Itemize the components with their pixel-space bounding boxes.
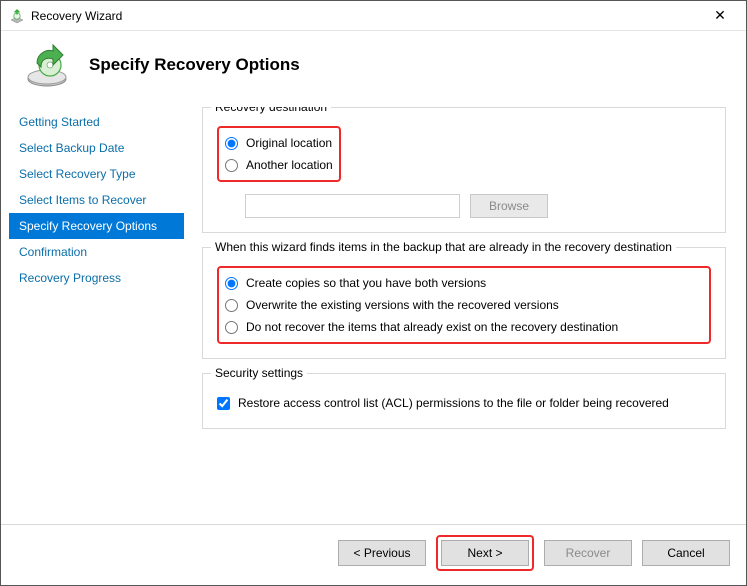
path-row: Browse bbox=[217, 194, 711, 218]
destination-highlight: Original location Another location bbox=[217, 126, 341, 182]
label-create-copies[interactable]: Create copies so that you have both vers… bbox=[246, 276, 486, 290]
wizard-header: Specify Recovery Options bbox=[1, 31, 746, 107]
checkbox-restore-acl[interactable] bbox=[217, 397, 230, 410]
radio-row-skip: Do not recover the items that already ex… bbox=[225, 316, 703, 338]
conflict-legend: When this wizard finds items in the back… bbox=[211, 240, 676, 254]
path-input bbox=[245, 194, 460, 218]
sidebar: Getting Started Select Backup Date Selec… bbox=[9, 107, 184, 524]
wizard-body: Getting Started Select Backup Date Selec… bbox=[1, 107, 746, 524]
radio-skip[interactable] bbox=[225, 321, 238, 334]
wizard-window: Recovery Wizard ✕ Specify Recovery Optio… bbox=[0, 0, 747, 586]
label-original-location[interactable]: Original location bbox=[246, 136, 332, 150]
window-title: Recovery Wizard bbox=[31, 9, 700, 23]
check-row-acl: Restore access control list (ACL) permis… bbox=[217, 392, 711, 414]
sidebar-item-confirmation[interactable]: Confirmation bbox=[9, 239, 184, 265]
content-pane: Recovery destination Original location A… bbox=[184, 107, 738, 524]
browse-button: Browse bbox=[470, 194, 548, 218]
radio-create-copies[interactable] bbox=[225, 277, 238, 290]
radio-original-location[interactable] bbox=[225, 137, 238, 150]
radio-row-copies: Create copies so that you have both vers… bbox=[225, 272, 703, 294]
radio-overwrite[interactable] bbox=[225, 299, 238, 312]
close-button[interactable]: ✕ bbox=[700, 2, 740, 30]
cancel-button[interactable]: Cancel bbox=[642, 540, 730, 566]
page-title: Specify Recovery Options bbox=[89, 55, 300, 75]
recover-button: Recover bbox=[544, 540, 632, 566]
sidebar-item-select-recovery-type[interactable]: Select Recovery Type bbox=[9, 161, 184, 187]
destination-group: Recovery destination Original location A… bbox=[202, 107, 726, 233]
destination-legend: Recovery destination bbox=[211, 107, 331, 114]
wizard-footer: < Previous Next > Recover Cancel bbox=[1, 524, 746, 585]
previous-button[interactable]: < Previous bbox=[338, 540, 426, 566]
sidebar-item-getting-started[interactable]: Getting Started bbox=[9, 109, 184, 135]
radio-another-location[interactable] bbox=[225, 159, 238, 172]
sidebar-item-select-backup-date[interactable]: Select Backup Date bbox=[9, 135, 184, 161]
next-button[interactable]: Next > bbox=[441, 540, 529, 566]
radio-row-original: Original location bbox=[225, 132, 333, 154]
conflict-highlight: Create copies so that you have both vers… bbox=[217, 266, 711, 344]
label-skip[interactable]: Do not recover the items that already ex… bbox=[246, 320, 618, 334]
security-legend: Security settings bbox=[211, 366, 307, 380]
next-highlight: Next > bbox=[436, 535, 534, 571]
radio-row-overwrite: Overwrite the existing versions with the… bbox=[225, 294, 703, 316]
radio-row-another: Another location bbox=[225, 154, 333, 176]
conflict-group: When this wizard finds items in the back… bbox=[202, 247, 726, 359]
label-another-location[interactable]: Another location bbox=[246, 158, 333, 172]
label-restore-acl[interactable]: Restore access control list (ACL) permis… bbox=[238, 396, 669, 410]
sidebar-item-recovery-progress[interactable]: Recovery Progress bbox=[9, 265, 184, 291]
sidebar-item-specify-options[interactable]: Specify Recovery Options bbox=[9, 213, 184, 239]
titlebar: Recovery Wizard ✕ bbox=[1, 1, 746, 31]
app-icon bbox=[9, 8, 25, 24]
label-overwrite[interactable]: Overwrite the existing versions with the… bbox=[246, 298, 559, 312]
security-group: Security settings Restore access control… bbox=[202, 373, 726, 429]
wizard-icon bbox=[23, 41, 71, 89]
sidebar-item-select-items[interactable]: Select Items to Recover bbox=[9, 187, 184, 213]
